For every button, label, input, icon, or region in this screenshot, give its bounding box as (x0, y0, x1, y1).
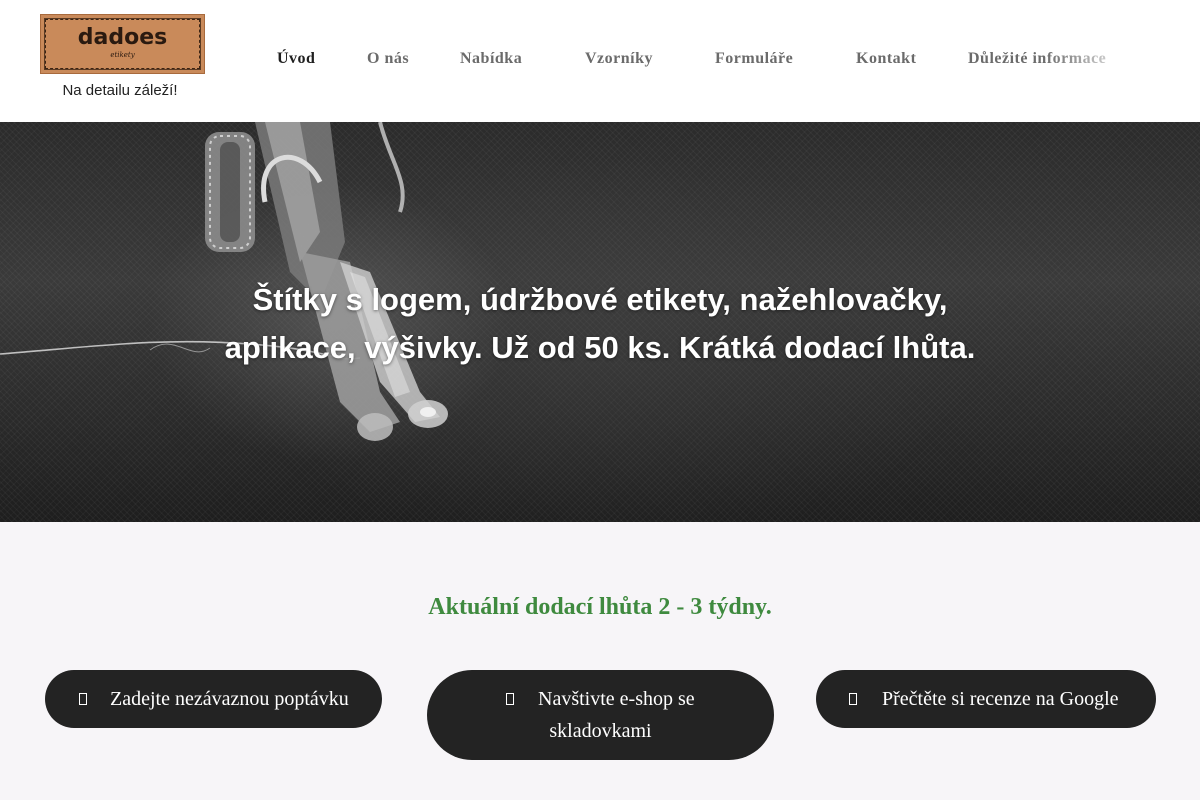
nav-item-dulezite-informace[interactable]: Důležité informace (968, 50, 1106, 68)
nav-item-kontakt[interactable]: Kontakt (856, 50, 916, 68)
site-tagline: Na detailu záleží! (62, 82, 178, 99)
logo-wordmark: dadoes (77, 25, 168, 50)
site-header: dadoes etikety Na detailu záleží! Úvod O… (0, 0, 1200, 122)
google-reviews-button-label: Přečtěte si recenze na Google (882, 688, 1119, 710)
hero-banner: Štítky s logem, údržbové etikety, nažehl… (0, 122, 1200, 522)
dadoes-logo[interactable]: dadoes etikety (40, 14, 205, 74)
hero-headline: Štítky s logem, údržbové etikety, nažehl… (150, 276, 1050, 372)
hero-headline-line2: aplikace, výšivky. Už od 50 ks. Krátká d… (224, 330, 976, 365)
nav-item-nabidka[interactable]: Nabídka (460, 50, 522, 68)
shop-icon (506, 693, 514, 705)
eshop-button-label-line2: skladovkami (549, 720, 652, 742)
eshop-button[interactable]: Navštivte e-shop se skladovkami (427, 670, 774, 760)
google-reviews-button[interactable]: Přečtěte si recenze na Google (816, 670, 1156, 728)
inquiry-button[interactable]: Zadejte nezávaznou poptávku (45, 670, 382, 728)
nav-item-formulare[interactable]: Formuláře (715, 50, 793, 68)
nav-item-uvod[interactable]: Úvod (277, 50, 315, 68)
inquiry-button-label: Zadejte nezávaznou poptávku (110, 688, 349, 710)
review-icon (849, 693, 857, 705)
inquiry-icon (79, 693, 87, 705)
logo-subtext: etikety (110, 51, 135, 59)
eshop-button-label-line1: Navštivte e-shop se (538, 688, 695, 710)
nav-item-vzorniky[interactable]: Vzorníky (585, 50, 653, 68)
delivery-time-notice: Aktuální dodací lhůta 2 - 3 týdny. (428, 594, 772, 620)
nav-item-o-nas[interactable]: O nás (367, 50, 409, 68)
hero-headline-line1: Štítky s logem, údržbové etikety, nažehl… (252, 282, 948, 317)
